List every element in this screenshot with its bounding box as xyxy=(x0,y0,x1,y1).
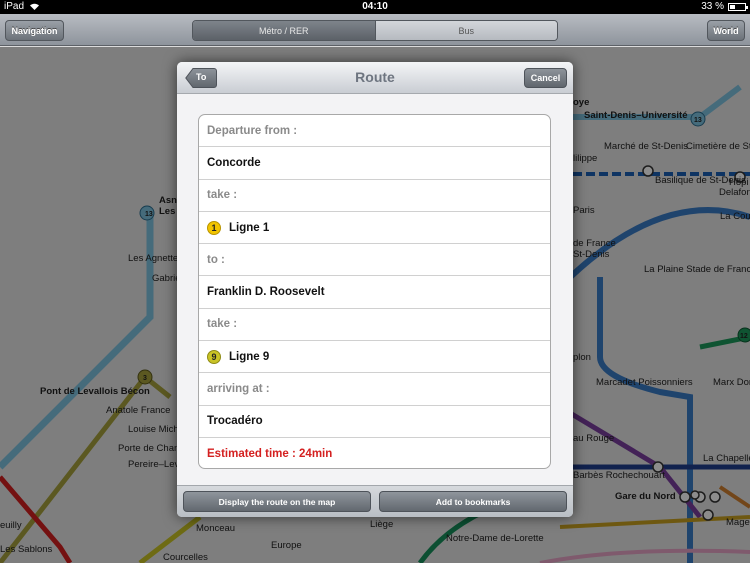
world-button[interactable]: World xyxy=(707,20,745,41)
status-bar: iPad 04:10 33 % xyxy=(0,0,750,14)
departure-heading: Departure from : xyxy=(199,115,550,148)
toolbar: Navigation Métro / RER Bus World xyxy=(0,14,750,46)
transfer-station: Franklin D. Roosevelt xyxy=(199,276,550,309)
take-heading: take : xyxy=(199,309,550,342)
segment-metro-rer[interactable]: Métro / RER xyxy=(193,21,375,40)
take-heading: take : xyxy=(199,180,550,212)
line-row: 1 Ligne 1 xyxy=(199,212,550,245)
cancel-button[interactable]: Cancel xyxy=(524,68,567,88)
departure-station: Concorde xyxy=(199,147,550,180)
arrival-station: Trocadéro xyxy=(199,406,550,438)
line-name: Ligne 1 xyxy=(229,221,270,234)
route-dialog-header: To Route Cancel xyxy=(177,62,573,94)
route-dialog: To Route Cancel Departure from : Concord… xyxy=(177,62,573,517)
add-to-bookmarks-button[interactable]: Add to bookmarks xyxy=(379,491,567,512)
segment-bus[interactable]: Bus xyxy=(374,21,557,40)
battery-icon xyxy=(728,2,748,11)
clock: 04:10 xyxy=(362,1,388,12)
line-1-badge-icon: 1 xyxy=(207,220,221,235)
line-row: 9 Ligne 9 xyxy=(199,341,550,374)
route-dialog-footer: Display the route on the map Add to book… xyxy=(177,485,573,517)
line-9-badge-icon: 9 xyxy=(207,349,221,364)
display-route-button[interactable]: Display the route on the map xyxy=(183,491,371,512)
estimated-time: Estimated time : 24min xyxy=(207,448,333,461)
battery-percent: 33 % xyxy=(701,1,724,12)
transport-mode-segmented-control: Métro / RER Bus xyxy=(192,20,558,41)
dialog-title: Route xyxy=(355,69,395,85)
route-details-list: Departure from : Concorde take : 1 Ligne… xyxy=(198,114,551,469)
to-heading: to : xyxy=(199,244,550,277)
line-name: Ligne 9 xyxy=(229,350,270,363)
navigation-button[interactable]: Navigation xyxy=(5,20,64,41)
arriving-heading: arriving at : xyxy=(199,373,550,406)
